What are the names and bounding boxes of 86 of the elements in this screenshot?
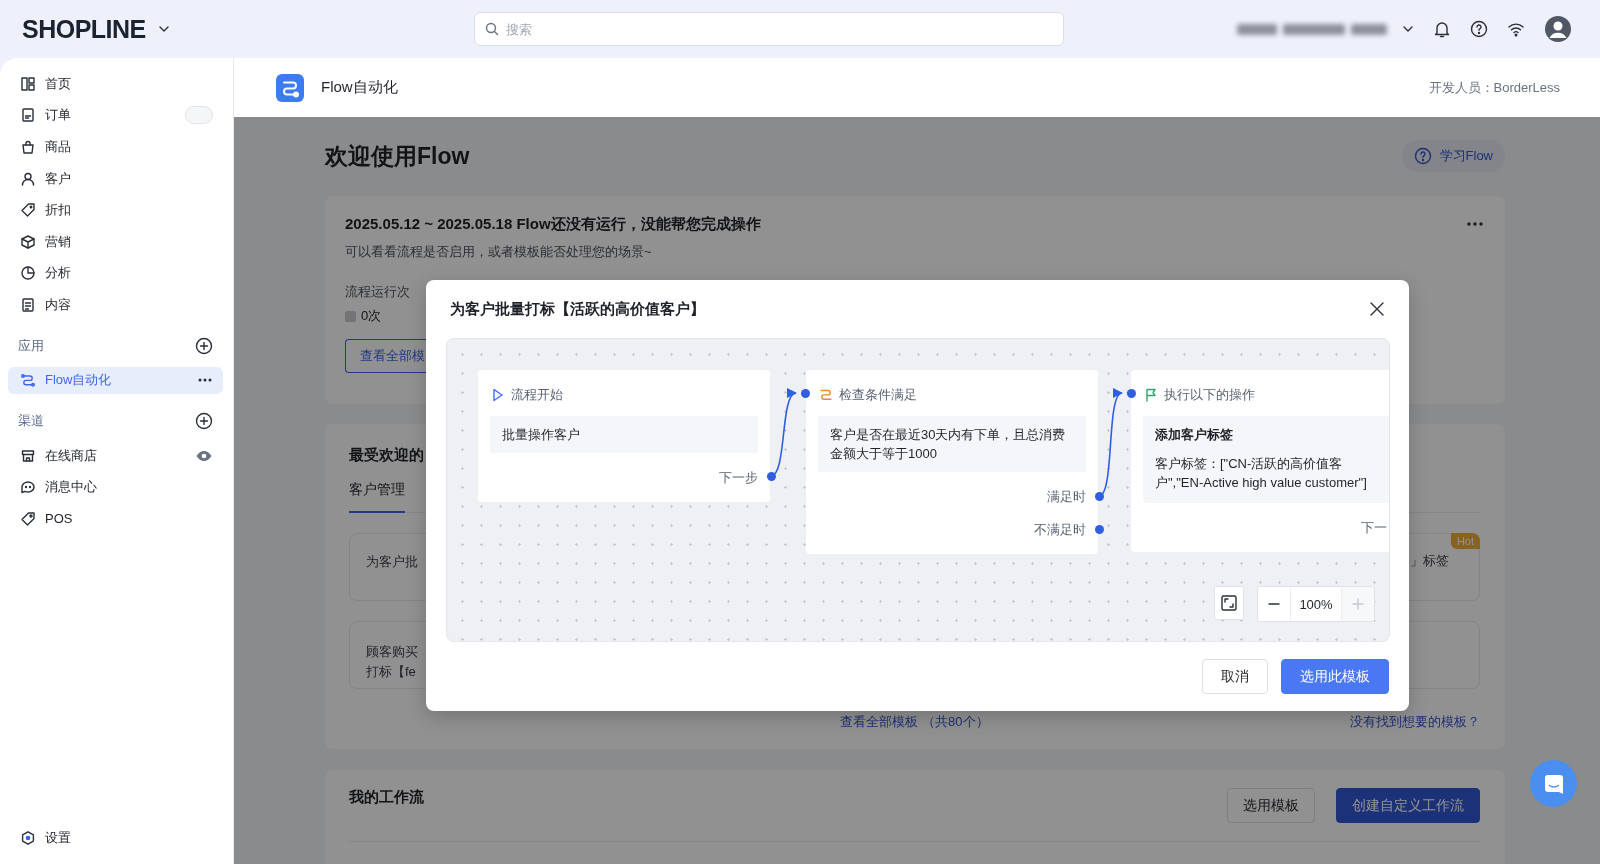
node-text: 添加客户标签 bbox=[1155, 426, 1234, 444]
stat-value: 0次 bbox=[361, 307, 382, 325]
flow-icon bbox=[20, 372, 36, 389]
help-icon bbox=[1413, 147, 1432, 165]
flow-node[interactable]: 执行以下的操作 添加客户标签 客户标签：["CN-活跃的高价值客户","EN-Active high value customer"] 下一 bbox=[1131, 370, 1389, 552]
input-port[interactable] bbox=[800, 388, 810, 398]
bell-icon[interactable] bbox=[1433, 20, 1451, 38]
create-workflow-button[interactable]: 创建自定义工作流 bbox=[1336, 788, 1480, 823]
flow-node[interactable]: 检查条件满足 客户是否在最近30天内有下单，且总消费金额大于等于1000 满足时 不满足时 bbox=[806, 370, 1098, 554]
sidebar-item[interactable]: 消息中心 bbox=[8, 471, 223, 503]
bag-icon bbox=[20, 139, 36, 155]
pie-chart-icon bbox=[20, 265, 36, 282]
search-field[interactable]: 搜索 bbox=[474, 12, 1064, 46]
choose-template-button[interactable]: 选用模板 bbox=[1227, 788, 1315, 823]
hexagon-icon bbox=[20, 830, 36, 847]
document-icon bbox=[20, 296, 36, 313]
sidebar-item[interactable]: 订单 bbox=[8, 99, 223, 132]
person-icon bbox=[20, 170, 36, 187]
dashboard-icon bbox=[20, 75, 36, 92]
shopline-logo[interactable]: SHOPLINE bbox=[22, 14, 146, 44]
use-template-button[interactable]: 选用此模板 bbox=[1281, 659, 1389, 694]
template-title: 顾客购买 打标【fe bbox=[366, 643, 418, 681]
missing-template-link[interactable]: 没有找到想要的模板？ bbox=[1350, 713, 1480, 731]
sidebar-item[interactable]: 内容 bbox=[8, 289, 223, 321]
stat-label: 流程运行次 bbox=[345, 283, 410, 301]
template-title: 为客户批 bbox=[366, 553, 418, 571]
fit-icon bbox=[1220, 594, 1238, 612]
cancel-button[interactable]: 取消 bbox=[1202, 659, 1268, 694]
close-icon[interactable] bbox=[1368, 300, 1386, 318]
sidebar-item[interactable]: 营销 bbox=[8, 225, 223, 258]
flow-node[interactable]: 流程开始 批量操作客户 下一步 bbox=[478, 370, 770, 502]
flow-app-icon bbox=[276, 73, 304, 102]
add-circle-icon[interactable] bbox=[195, 411, 213, 430]
fit-view-button[interactable] bbox=[1214, 586, 1244, 620]
add-circle-icon[interactable] bbox=[195, 336, 213, 355]
output-port[interactable] bbox=[766, 471, 776, 481]
section-title: 我的工作流 bbox=[349, 788, 424, 807]
section-label: 应用 bbox=[18, 336, 44, 355]
flag-icon bbox=[1143, 387, 1159, 403]
app-title: Flow自动化 bbox=[321, 78, 398, 97]
avatar-icon[interactable] bbox=[1544, 15, 1572, 43]
sidebar-item[interactable]: 首页 bbox=[8, 68, 223, 100]
sidebar-item[interactable]: 设置 bbox=[8, 822, 223, 854]
redacted-count-badge bbox=[185, 106, 213, 125]
section-label: 渠道 bbox=[18, 411, 44, 430]
sidebar-item[interactable]: 商品 bbox=[8, 131, 223, 163]
sidebar-item[interactable]: 折扣 bbox=[8, 194, 223, 226]
output-label: 不满足时 bbox=[1034, 520, 1086, 539]
branch-icon bbox=[818, 387, 834, 403]
node-text: 客户是否在最近30天内有下单，且总消费金额大于等于1000 bbox=[830, 426, 1067, 463]
template-title: 」标签 bbox=[1410, 552, 1449, 570]
tag-icon bbox=[20, 510, 36, 527]
developer-label: 开发人员：BorderLess bbox=[1428, 78, 1560, 97]
cube-icon bbox=[20, 233, 36, 250]
node-title: 检查条件满足 bbox=[839, 386, 917, 404]
output-label: 下一 bbox=[1361, 518, 1387, 537]
output-port[interactable] bbox=[1094, 491, 1104, 501]
document-icon bbox=[20, 107, 36, 124]
legend-swatch bbox=[345, 310, 356, 322]
chat-bubble-icon bbox=[20, 479, 36, 496]
help-icon[interactable] bbox=[1470, 20, 1488, 38]
sidebar-item[interactable]: 分析 bbox=[8, 257, 223, 290]
page-title: 欢迎使用Flow bbox=[325, 141, 470, 171]
sidebar-item[interactable]: 客户 bbox=[8, 162, 223, 195]
node-title: 执行以下的操作 bbox=[1164, 386, 1255, 404]
node-detail: 客户标签：["CN-活跃的高价值客户","EN-Active high value customer"] bbox=[1155, 455, 1368, 492]
sidebar-item[interactable]: POS bbox=[8, 502, 223, 535]
sidebar-item[interactable]: 在线商店 bbox=[8, 439, 223, 472]
output-label: 下一步 bbox=[719, 468, 758, 487]
tab[interactable]: 客户管理 bbox=[349, 481, 405, 513]
tag-icon bbox=[20, 202, 36, 219]
plus-icon bbox=[1351, 597, 1365, 611]
dialog-title: 为客户批量打标【活跃的高价值客户】 bbox=[450, 299, 705, 319]
output-port[interactable] bbox=[1094, 524, 1104, 534]
store-icon bbox=[20, 447, 36, 464]
run-summary-text: 可以看看流程是否启用，或者模板能否处理您的场景~ bbox=[345, 243, 652, 261]
search-icon bbox=[485, 22, 499, 36]
section-title: 最受欢迎的 bbox=[349, 446, 424, 465]
output-label: 满足时 bbox=[1047, 487, 1086, 506]
node-title: 流程开始 bbox=[511, 386, 563, 404]
node-text: 批量操作客户 bbox=[502, 426, 581, 444]
all-templates-link[interactable]: 查看全部模板 （共80个） bbox=[840, 713, 989, 731]
sidebar-item[interactable]: Flow自动化 bbox=[8, 366, 223, 394]
run-summary-title: 2025.05.12 ~ 2025.05.18 Flow还没有运行，没能帮您完成操作 bbox=[345, 214, 761, 234]
hot-badge: Hot bbox=[1450, 533, 1480, 549]
input-port[interactable] bbox=[1126, 388, 1136, 398]
